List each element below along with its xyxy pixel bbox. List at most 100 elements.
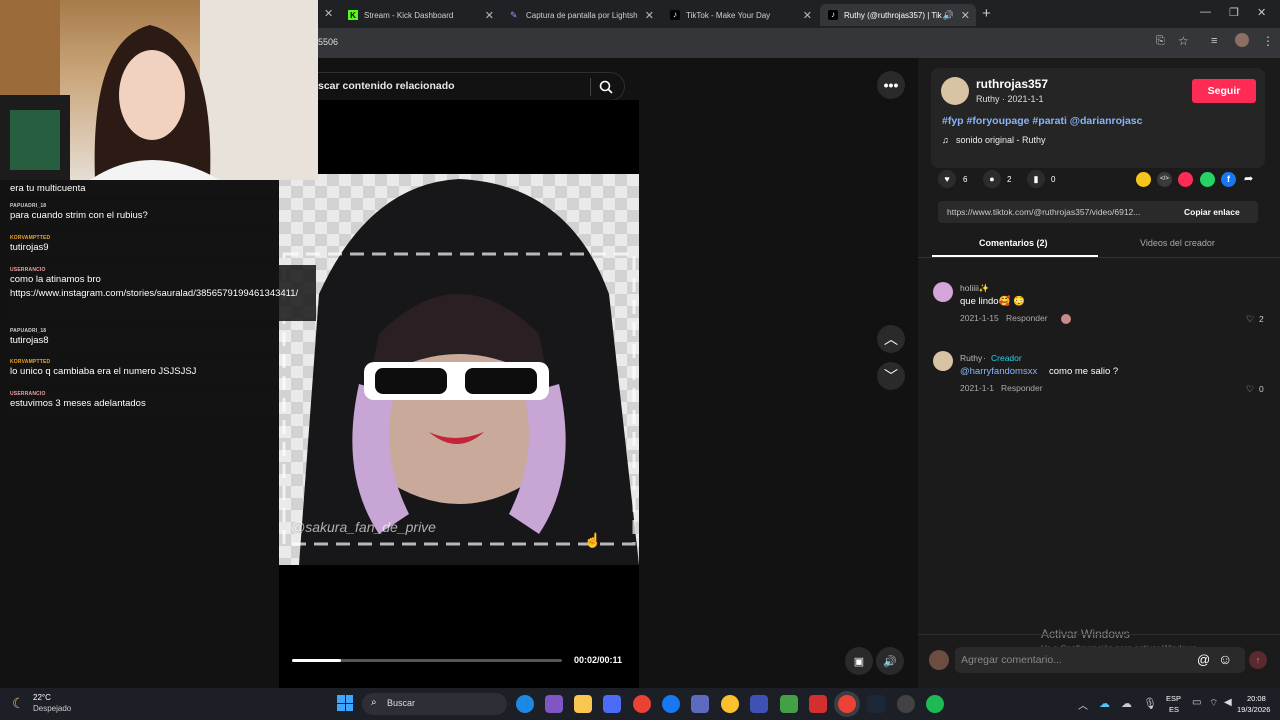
heart-icon[interactable]: ♡ bbox=[1246, 314, 1254, 325]
previous-video-button[interactable]: ︿ bbox=[877, 325, 905, 353]
commenter-avatar[interactable] bbox=[933, 351, 953, 371]
taskbar-search[interactable]: ⌕ Buscar bbox=[362, 693, 507, 715]
file-explorer-icon[interactable] bbox=[574, 695, 592, 713]
video-details-panel: ruthrojas357 Ruthy · 2021-1-1 Seguir #fy… bbox=[918, 58, 1280, 688]
whatsapp-icon[interactable] bbox=[1200, 172, 1215, 187]
commenter-avatar[interactable] bbox=[933, 282, 953, 302]
search-input[interactable]: scar contenido relacionado bbox=[318, 80, 455, 92]
copy-link-button[interactable]: Copiar enlace bbox=[1184, 207, 1240, 217]
comment-like-count: 0 bbox=[1259, 384, 1264, 394]
app-icon[interactable] bbox=[691, 695, 709, 713]
tab-comments[interactable]: Comentarios (2) bbox=[979, 238, 1048, 248]
onedrive-icon[interactable]: ☁ bbox=[1099, 697, 1110, 710]
close-tab-icon[interactable]: ✕ bbox=[324, 7, 333, 20]
new-tab-button[interactable]: + bbox=[982, 5, 991, 22]
close-icon[interactable]: ✕ bbox=[961, 9, 970, 22]
pip-icon[interactable]: ▣ bbox=[845, 647, 873, 675]
bookmark-star-icon[interactable]: ☆ bbox=[1178, 34, 1189, 48]
network-cloud-icon[interactable]: ☁ bbox=[1121, 697, 1132, 710]
comment-username[interactable]: holiiii✨ bbox=[960, 283, 989, 294]
more-options-icon[interactable]: ••• bbox=[877, 71, 905, 99]
emoji-share-icon[interactable] bbox=[1136, 172, 1151, 187]
language-secondary[interactable]: ES bbox=[1169, 705, 1179, 714]
chat-message: USERRANCIO estuvimos 3 meses adelantados bbox=[6, 389, 278, 417]
facebook-taskbar-icon[interactable] bbox=[662, 695, 680, 713]
maximize-icon[interactable]: ❐ bbox=[1229, 6, 1239, 19]
moon-weather-icon: ☾ bbox=[12, 695, 25, 711]
install-icon[interactable]: ⎘ bbox=[1156, 35, 1165, 48]
edge-icon[interactable] bbox=[516, 695, 534, 713]
media-control-icon[interactable]: ≡ bbox=[1211, 35, 1217, 47]
chrome-canary-icon[interactable] bbox=[721, 695, 739, 713]
obs-icon[interactable] bbox=[897, 695, 915, 713]
language-primary[interactable]: ESP bbox=[1166, 694, 1181, 703]
like-count: 6 bbox=[963, 175, 968, 184]
embed-icon[interactable]: </> bbox=[1157, 172, 1172, 187]
speaker-icon[interactable]: 🔊 bbox=[943, 10, 954, 21]
mention-icon[interactable]: @ bbox=[1197, 652, 1210, 667]
chrome-icon[interactable] bbox=[633, 695, 651, 713]
close-icon[interactable]: ✕ bbox=[645, 9, 654, 22]
volume-icon[interactable]: 🔊 bbox=[876, 647, 904, 675]
tab-tiktok-ruthy[interactable]: ♪ Ruthy (@ruthrojas357) | Tik 🔊 ✕ bbox=[820, 4, 976, 26]
copilot-icon[interactable] bbox=[545, 695, 563, 713]
weather-temp[interactable]: 22°C bbox=[33, 693, 51, 702]
tab-tiktok-home[interactable]: ♪ TikTok - Make Your Day ✕ bbox=[662, 4, 818, 26]
comment-mention[interactable]: @harryfandomsxx bbox=[960, 366, 1037, 377]
creator-username[interactable]: ruthrojas357 bbox=[976, 77, 1048, 91]
creator-avatar[interactable] bbox=[941, 77, 969, 105]
search-box[interactable]: scar contenido relacionado bbox=[318, 72, 625, 101]
comment-icon[interactable]: ● bbox=[983, 170, 1001, 188]
close-icon[interactable]: ✕ bbox=[803, 9, 812, 22]
send-icon[interactable] bbox=[1178, 172, 1193, 187]
weather-text[interactable]: Despejado bbox=[33, 704, 71, 713]
post-comment-button[interactable]: ↑ bbox=[1249, 651, 1267, 669]
heart-icon[interactable]: ♡ bbox=[1246, 384, 1254, 395]
wps-icon[interactable] bbox=[809, 695, 827, 713]
menu-kebab-icon[interactable]: ⋮ bbox=[1262, 34, 1274, 48]
share-arrow-icon[interactable]: ➦ bbox=[1244, 172, 1253, 185]
profile-avatar[interactable] bbox=[1235, 33, 1249, 47]
tab-kick[interactable]: K Stream - Kick Dashboard ✕ bbox=[340, 4, 500, 26]
windows-start-icon[interactable] bbox=[337, 695, 353, 711]
tab-lightshot[interactable]: ✎ Captura de pantalla por Lightsh ✕ bbox=[502, 4, 660, 26]
current-user-avatar[interactable] bbox=[929, 650, 949, 670]
search-icon[interactable] bbox=[599, 80, 613, 94]
chrome-active-icon[interactable] bbox=[838, 695, 856, 713]
clock-date[interactable]: 19/3/2026 bbox=[1237, 705, 1270, 714]
tab-creator-videos[interactable]: Videos del creador bbox=[1140, 238, 1215, 248]
wifi-icon[interactable]: ⌔ bbox=[1209, 697, 1218, 710]
speaker-icon[interactable]: ◀ bbox=[1224, 697, 1232, 708]
facebook-icon[interactable]: f bbox=[1221, 172, 1236, 187]
next-video-button[interactable]: ﹀ bbox=[877, 362, 905, 390]
reply-button[interactable]: Responder bbox=[1006, 313, 1048, 323]
comment-username[interactable]: Ruthy bbox=[960, 353, 982, 363]
display-icon[interactable]: ▭ bbox=[1192, 697, 1201, 708]
comment-date: 2021-1-1 bbox=[960, 383, 995, 393]
clock-time[interactable]: 20:08 bbox=[1247, 694, 1266, 703]
emoji-icon[interactable]: ☺ bbox=[1218, 651, 1232, 667]
tiktok-icon: ♪ bbox=[670, 10, 680, 20]
steam-icon[interactable] bbox=[867, 695, 885, 713]
reply-button[interactable]: Responder bbox=[1001, 383, 1043, 393]
mic-icon[interactable]: 🎙 bbox=[1143, 697, 1157, 710]
app-icon[interactable] bbox=[750, 695, 768, 713]
tray-chevron-icon[interactable]: ︿ bbox=[1078, 697, 1088, 712]
bookmark-icon[interactable]: ▮ bbox=[1027, 170, 1045, 188]
minecraft-icon[interactable] bbox=[780, 695, 798, 713]
spotify-icon[interactable] bbox=[926, 695, 944, 713]
store-icon[interactable] bbox=[603, 695, 621, 713]
video-hashtags[interactable]: #fyp #foryoupage #parati @darianrojasc bbox=[942, 115, 1142, 127]
creator-subline: Ruthy · 2021-1-1 bbox=[976, 94, 1044, 104]
comment-input[interactable]: Agregar comentario... @ ☺ bbox=[955, 647, 1245, 673]
chat-link[interactable]: https://www.instagram.com/stories/saural… bbox=[10, 287, 312, 301]
video-link[interactable]: https://www.tiktok.com/@ruthrojas357/vid… bbox=[947, 207, 1140, 217]
sound-name[interactable]: sonido original - Ruthy bbox=[956, 135, 1046, 145]
progress-track[interactable] bbox=[292, 659, 562, 662]
follow-button[interactable]: Seguir bbox=[1192, 79, 1256, 103]
like-icon[interactable]: ♥ bbox=[938, 170, 956, 188]
close-window-icon[interactable]: ✕ bbox=[1257, 6, 1266, 19]
video-player[interactable]: @sakura_fan_de_prive bbox=[279, 174, 639, 565]
minimize-icon[interactable]: — bbox=[1200, 6, 1211, 18]
close-icon[interactable]: ✕ bbox=[485, 9, 494, 22]
